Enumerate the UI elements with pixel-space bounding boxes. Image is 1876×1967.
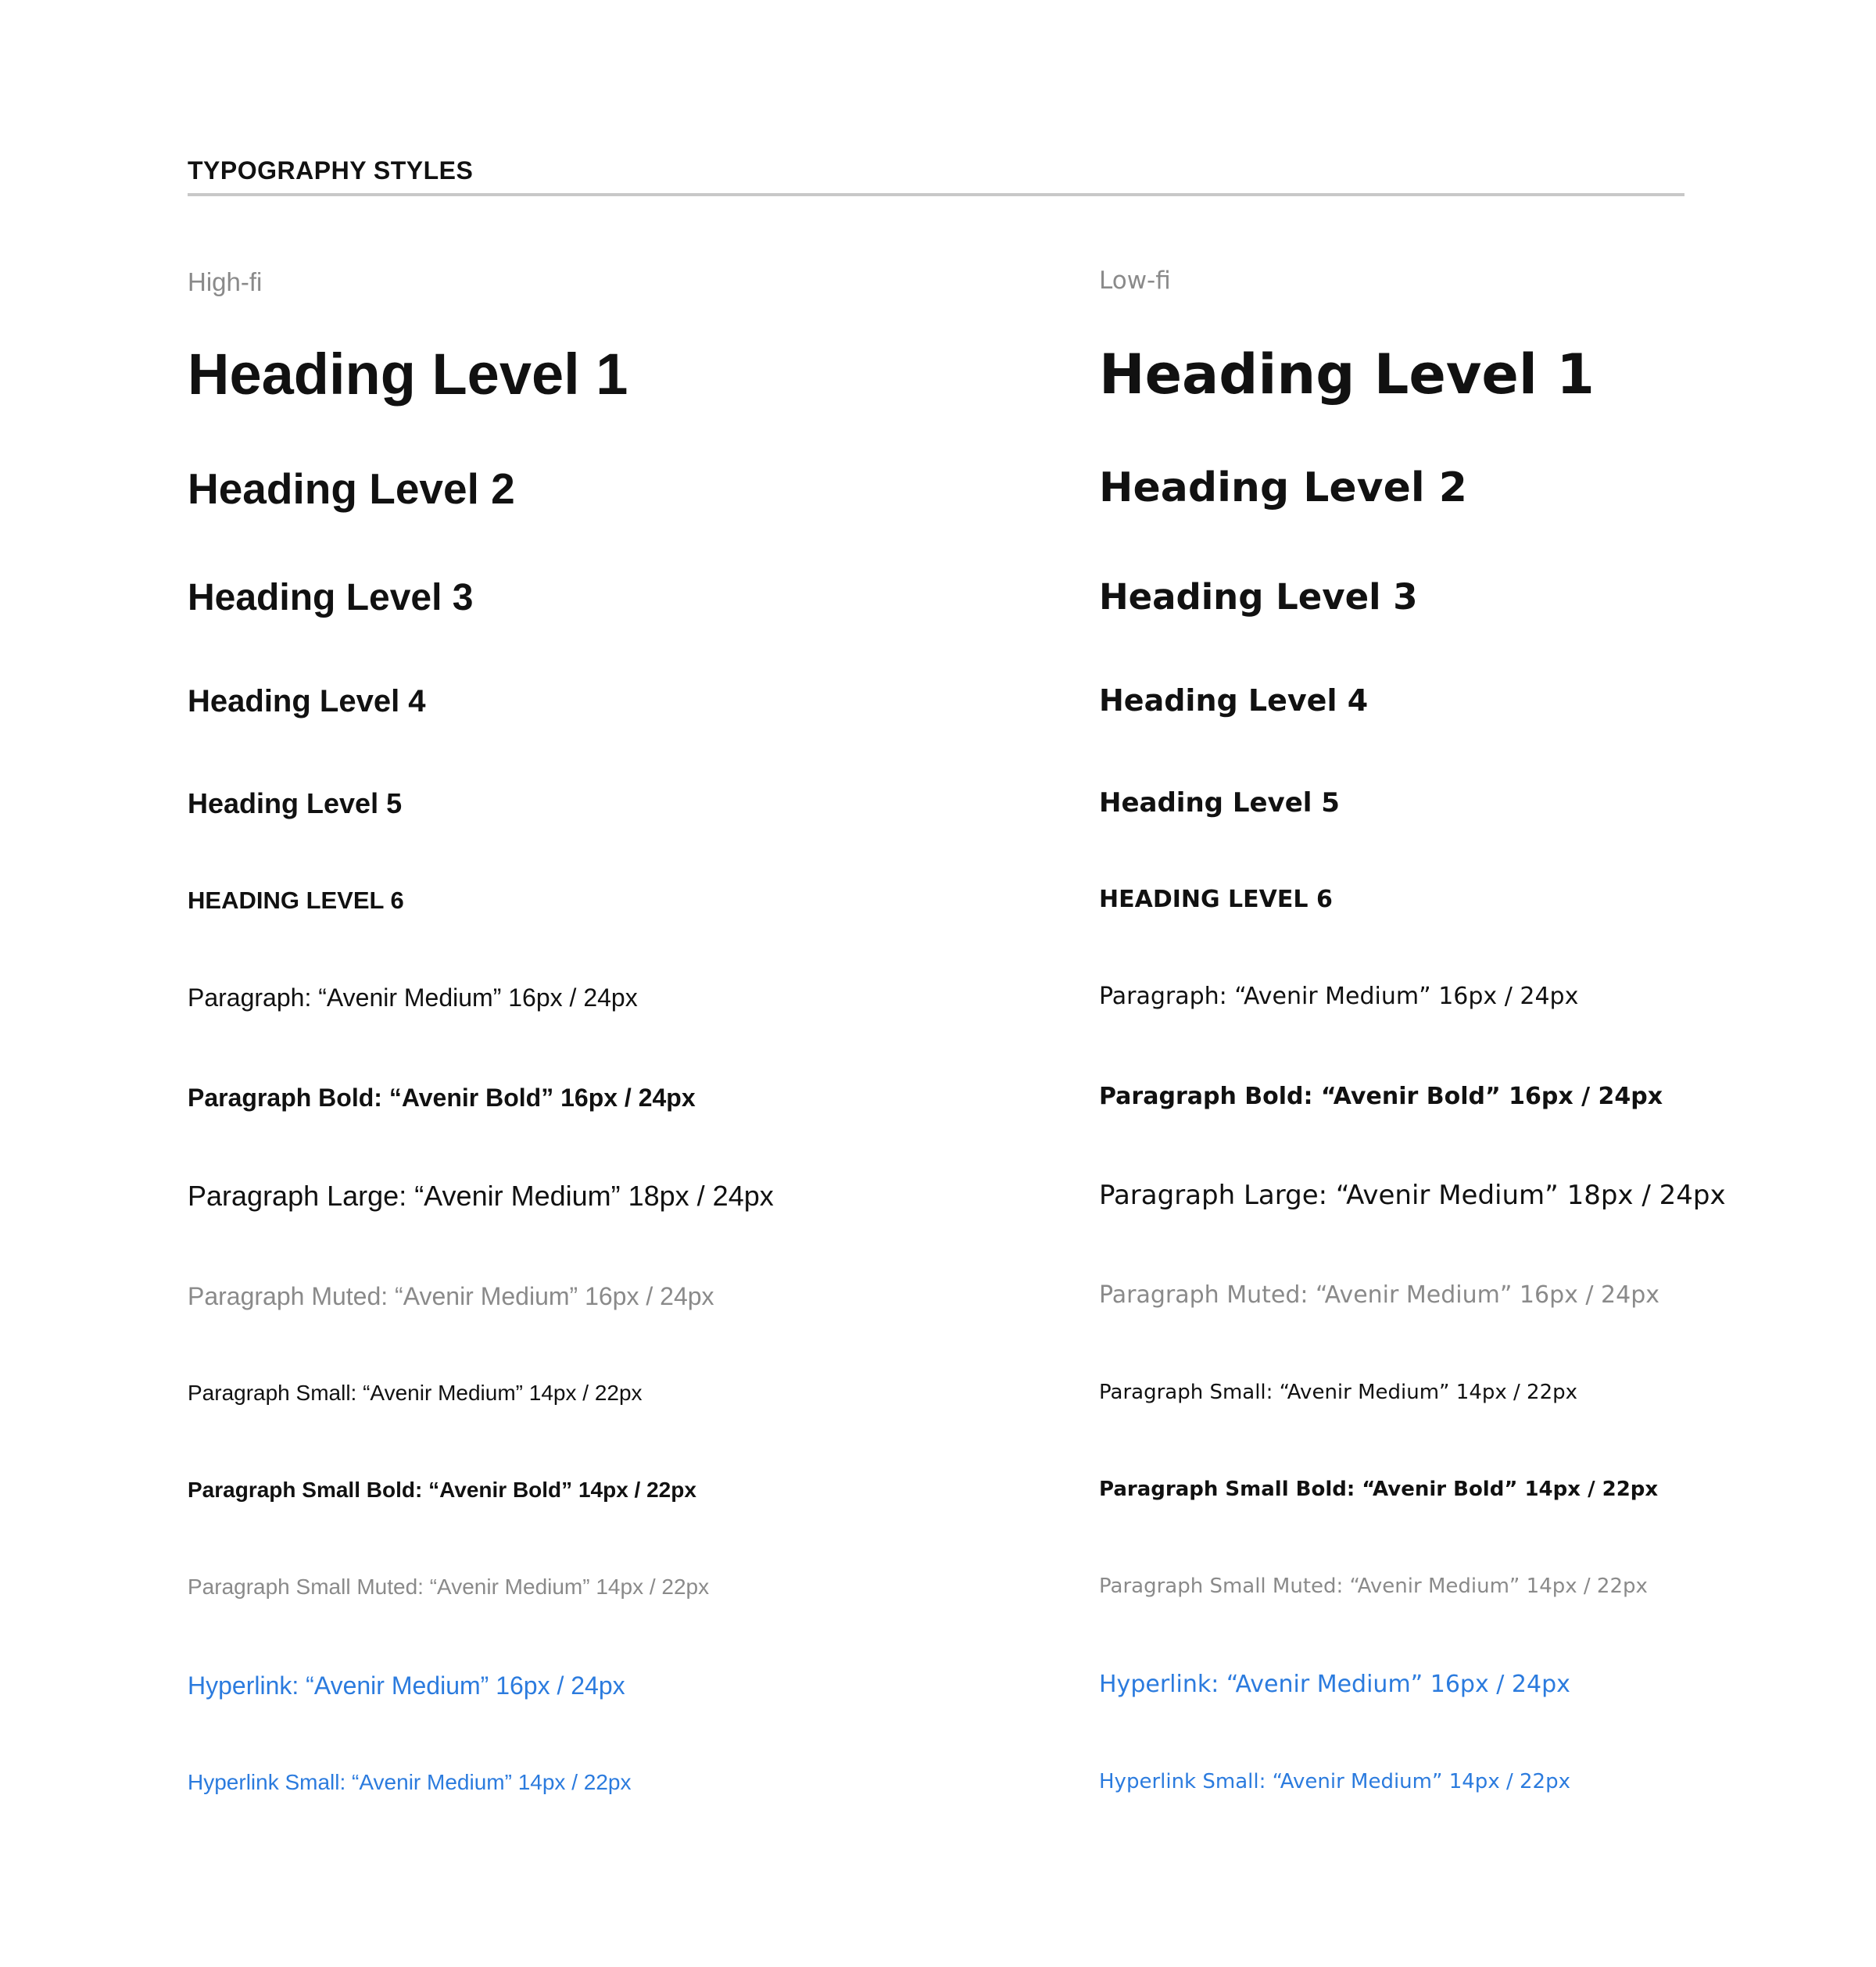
paragraph-small-bold-sample: Paragraph Small Bold: “Avenir Bold” 14px… xyxy=(1099,1478,1659,1501)
paragraph-bold-sample: Paragraph Bold: “Avenir Bold” 16px / 24p… xyxy=(188,1084,696,1112)
paragraph-muted-sample: Paragraph Muted: “Avenir Medium” 16px / … xyxy=(1099,1281,1660,1309)
paragraph-muted-sample: Paragraph Muted: “Avenir Medium” 16px / … xyxy=(188,1282,714,1310)
heading-level-2-sample: Heading Level 2 xyxy=(188,464,515,513)
heading-level-1-sample: Heading Level 1 xyxy=(1099,342,1595,407)
heading-level-2-sample: Heading Level 2 xyxy=(1099,464,1467,511)
paragraph-small-muted-sample: Paragraph Small Muted: “Avenir Medium” 1… xyxy=(1099,1575,1648,1598)
heading-level-1-sample: Heading Level 1 xyxy=(188,342,628,407)
heading-level-5-sample: Heading Level 5 xyxy=(1099,787,1340,819)
hyperlink-sample[interactable]: Hyperlink: “Avenir Medium” 16px / 24px xyxy=(1099,1673,1570,1696)
paragraph-bold-sample: Paragraph Bold: “Avenir Bold” 16px / 24p… xyxy=(1099,1083,1663,1110)
paragraph-large-sample: Paragraph Large: “Avenir Medium” 18px / … xyxy=(188,1180,774,1212)
paragraph-small-sample: Paragraph Small: “Avenir Medium” 14px / … xyxy=(188,1381,643,1405)
column-label: Low-fi xyxy=(1099,267,1171,295)
hyperlink-sample[interactable]: Hyperlink: “Avenir Medium” 16px / 24px xyxy=(188,1673,625,1698)
column-label: High-fi xyxy=(188,267,263,296)
heading-level-6-sample: HEADING LEVEL 6 xyxy=(1099,886,1333,913)
heading-level-4-sample: Heading Level 4 xyxy=(188,684,426,718)
paragraph-small-sample: Paragraph Small: “Avenir Medium” 14px / … xyxy=(1099,1381,1578,1404)
paragraph-small-bold-sample: Paragraph Small Bold: “Avenir Bold” 14px… xyxy=(188,1478,696,1502)
heading-level-4-sample: Heading Level 4 xyxy=(1099,683,1369,718)
heading-level-5-sample: Heading Level 5 xyxy=(188,787,403,819)
hyperlink-small-sample[interactable]: Hyperlink Small: “Avenir Medium” 14px / … xyxy=(188,1772,631,1793)
paragraph-large-sample: Paragraph Large: “Avenir Medium” 18px / … xyxy=(1099,1180,1726,1211)
heading-level-3-sample: Heading Level 3 xyxy=(1099,576,1418,618)
paragraph-sample: Paragraph: “Avenir Medium” 16px / 24px xyxy=(188,984,638,1012)
section-title: TYPOGRAPHY STYLES xyxy=(188,156,474,185)
heading-level-3-sample: Heading Level 3 xyxy=(188,577,474,618)
heading-level-6-sample: HEADING LEVEL 6 xyxy=(188,887,404,914)
paragraph-sample: Paragraph: “Avenir Medium” 16px / 24px xyxy=(1099,983,1579,1010)
paragraph-small-muted-sample: Paragraph Small Muted: “Avenir Medium” 1… xyxy=(188,1575,710,1599)
hyperlink-small-sample[interactable]: Hyperlink Small: “Avenir Medium” 14px / … xyxy=(1099,1772,1570,1792)
section-divider xyxy=(188,193,1684,196)
